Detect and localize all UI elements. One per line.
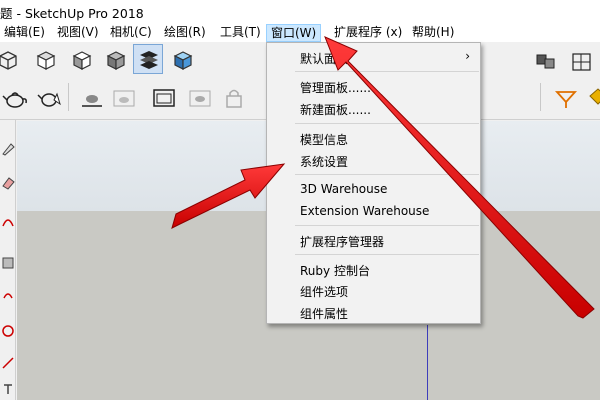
paint-bucket-icon[interactable]: [582, 82, 600, 112]
teapot-icon[interactable]: [0, 82, 28, 112]
window-menu-dropdown: 默认面板 › 管理面板...... 新建面板...... 模型信息 系统设置 3…: [266, 42, 481, 324]
tape-icon[interactable]: [1, 324, 15, 338]
teapot-box-icon[interactable]: [184, 82, 214, 112]
menu-item-label: 新建面板......: [300, 103, 371, 117]
cube-icon[interactable]: [0, 44, 22, 74]
menu-item-extension-warehouse[interactable]: Extension Warehouse: [267, 200, 480, 222]
menu-item-label: 3D Warehouse: [300, 182, 388, 196]
blue-axis: [427, 325, 428, 400]
menu-help[interactable]: 帮助(H): [408, 24, 458, 42]
toolbar-separator: [540, 83, 541, 111]
menu-item-manage-trays[interactable]: 管理面板......: [267, 75, 480, 97]
menu-item-label: Extension Warehouse: [300, 204, 430, 218]
menu-tools[interactable]: 工具(T): [216, 24, 265, 42]
menu-item-label: 组件选项: [300, 285, 349, 299]
submenu-arrow-icon: ›: [465, 49, 470, 63]
menu-item-component-options[interactable]: 组件选项: [267, 279, 480, 301]
menu-camera[interactable]: 相机(C): [106, 24, 156, 42]
menu-item-label: 扩展程序管理器: [300, 235, 385, 249]
menu-item-ruby-console[interactable]: Ruby 控制台: [267, 258, 480, 280]
section-cubes-icon[interactable]: [530, 46, 560, 76]
menu-item-model-info[interactable]: 模型信息: [267, 127, 480, 149]
teapot-select-icon[interactable]: [33, 82, 63, 112]
menu-item-label: 默认面板: [300, 52, 349, 66]
pencil-icon[interactable]: [1, 142, 15, 156]
cube-top-icon[interactable]: [30, 44, 60, 74]
styles-icon[interactable]: [133, 44, 163, 74]
protractor-icon[interactable]: [1, 356, 15, 370]
menu-edit[interactable]: 编辑(E): [0, 24, 49, 42]
menu-item-extension-manager[interactable]: 扩展程序管理器: [267, 229, 480, 251]
menu-item-label: 系统设置: [300, 155, 349, 169]
lock-icon[interactable]: [218, 82, 248, 112]
shape-icon[interactable]: [1, 256, 15, 270]
components-cube-icon[interactable]: [566, 46, 596, 76]
text-tool-icon[interactable]: [1, 382, 15, 396]
textured-cube-icon[interactable]: [167, 44, 197, 74]
menu-window[interactable]: 窗口(W): [266, 24, 322, 42]
toolbar-separator: [68, 83, 69, 111]
menu-item-default-tray[interactable]: 默认面板 ›: [267, 46, 480, 68]
title-bar: 题 - SketchUp Pro 2018: [0, 0, 600, 22]
menu-separator: [295, 71, 479, 72]
teapot-3d-icon[interactable]: [76, 82, 106, 112]
menu-item-label: 模型信息: [300, 133, 349, 147]
shaded-cube-icon[interactable]: [100, 44, 130, 74]
menu-item-label: 管理面板......: [300, 81, 371, 95]
eraser-icon[interactable]: [1, 176, 15, 190]
menu-separator: [295, 254, 479, 255]
menu-draw[interactable]: 绘图(R): [160, 24, 210, 42]
menu-item-label: Ruby 控制台: [300, 264, 370, 278]
menu-bar: 编辑(E) 视图(V) 相机(C) 绘图(R) 工具(T) 窗口(W) 扩展程序…: [0, 22, 600, 42]
push-pin-icon[interactable]: [550, 82, 580, 112]
teapot-frame-icon[interactable]: [108, 82, 138, 112]
menu-separator: [295, 174, 479, 175]
menu-item-label: 组件属性: [300, 307, 349, 321]
menu-extensions[interactable]: 扩展程序 (x): [330, 24, 406, 42]
menu-item-3d-warehouse[interactable]: 3D Warehouse: [267, 178, 480, 200]
frame-icon[interactable]: [148, 82, 178, 112]
menu-separator: [295, 123, 479, 124]
menu-item-new-tray[interactable]: 新建面板......: [267, 97, 480, 119]
menu-item-component-attributes[interactable]: 组件属性: [267, 301, 480, 323]
menu-view[interactable]: 视图(V): [53, 24, 103, 42]
menu-item-preferences[interactable]: 系统设置: [267, 149, 480, 171]
cube-front-icon[interactable]: [66, 44, 96, 74]
window-title: 题 - SketchUp Pro 2018: [0, 6, 144, 21]
arc-icon[interactable]: [1, 214, 15, 228]
rotate-icon[interactable]: [1, 288, 15, 302]
menu-separator: [295, 225, 479, 226]
left-toolbar: [0, 120, 16, 400]
